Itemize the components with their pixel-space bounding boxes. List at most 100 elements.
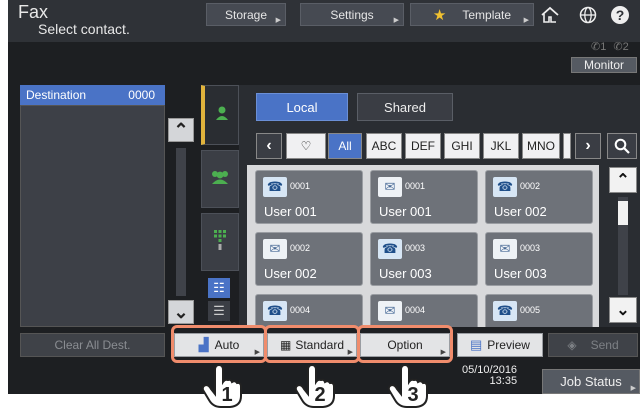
callout-3: 3 xyxy=(407,384,418,406)
job-status-button[interactable]: Job Status ▶ xyxy=(542,369,640,394)
destination-header: Destination 0000 xyxy=(20,85,165,105)
send-button[interactable]: ◈ Send xyxy=(548,333,638,357)
tab-shared[interactable]: Shared xyxy=(357,93,453,121)
top-bar: Fax Select contact. Storage ▶ Settings ▶… xyxy=(8,0,640,42)
contact-card[interactable]: ✉ 0003 User 003 xyxy=(485,232,593,286)
index-jkl[interactable]: JKL xyxy=(483,133,519,159)
contact-number: 0004 xyxy=(405,305,426,315)
keypad-icon xyxy=(213,229,227,256)
template-button[interactable]: ★ Template ▶ xyxy=(410,3,534,26)
hand-pointer-icon: 1 xyxy=(199,363,249,408)
menu-arrow-icon: ▶ xyxy=(275,17,281,24)
contact-card[interactable]: ☎ 0005 xyxy=(485,294,593,327)
clear-all-dest-button[interactable]: Clear All Dest. xyxy=(20,333,165,357)
contact-scroll-down[interactable]: ⌄ xyxy=(609,297,637,323)
email-icon: ✉ xyxy=(378,301,402,321)
instruction-text: Select contact. xyxy=(38,21,130,37)
preview-button[interactable]: ▤ Preview xyxy=(457,333,543,357)
contact-grid: ☎ 0001 User 001 ✉ 0001 User 001 ☎ 0002 User 002 ✉… xyxy=(247,165,599,327)
email-icon: ✉ xyxy=(263,239,287,259)
destination-list[interactable] xyxy=(20,105,165,327)
contact-number: 0005 xyxy=(520,305,541,315)
address-book-area: Local Shared ‹ ♡ All ABC DEF GHI JKL MNO… xyxy=(239,85,640,327)
scroll-thumb[interactable] xyxy=(618,201,628,225)
contact-card[interactable]: ☎ 0004 xyxy=(255,294,363,327)
index-abc[interactable]: ABC xyxy=(366,133,402,159)
contact-card[interactable]: ✉ 0002 User 002 xyxy=(255,232,363,286)
destination-count: 0000 xyxy=(128,88,155,102)
contact-name: User 003 xyxy=(379,266,432,281)
preview-icon: ▤ xyxy=(470,337,483,352)
settings-button[interactable]: Settings ▶ xyxy=(300,3,404,26)
tab-keypad[interactable] xyxy=(201,213,239,271)
contact-number: 0001 xyxy=(290,181,311,191)
index-def[interactable]: DEF xyxy=(405,133,441,159)
contact-card[interactable]: ☎ 0001 User 001 xyxy=(255,170,363,224)
contact-name: User 003 xyxy=(494,266,547,281)
menu-arrow-icon: ▶ xyxy=(393,17,399,24)
preview-label: Preview xyxy=(487,338,530,352)
contact-number: 0002 xyxy=(520,181,541,191)
hand-pointer-icon: 2 xyxy=(292,363,342,408)
index-all[interactable]: All xyxy=(328,133,362,159)
tab-group[interactable] xyxy=(201,150,239,208)
group-icon xyxy=(209,169,231,190)
storage-label: Storage xyxy=(224,7,268,22)
list-view-icon[interactable]: ☰ xyxy=(208,301,230,321)
svg-text:?: ? xyxy=(616,7,625,23)
time-text: 13:35 xyxy=(489,375,518,387)
fax-icon: ☎ xyxy=(493,177,517,197)
contact-name: User 001 xyxy=(379,204,432,219)
contact-name: User 001 xyxy=(264,204,317,219)
star-icon: ★ xyxy=(432,6,447,24)
send-label: Send xyxy=(590,338,619,352)
fax-icon: ☎ xyxy=(378,239,402,259)
search-icon[interactable] xyxy=(607,133,637,159)
app-title: Fax xyxy=(18,2,49,22)
monitor-button[interactable]: Monitor xyxy=(571,57,637,73)
fax-icon: ☎ xyxy=(263,301,287,321)
favorites-heart-icon[interactable]: ♡ xyxy=(286,133,326,159)
screen: Fax Select contact. Storage ▶ Settings ▶… xyxy=(0,0,640,408)
line-2-label: 2 xyxy=(622,41,629,53)
help-icon[interactable]: ? xyxy=(608,4,632,26)
job-status-label: Job Status xyxy=(560,374,622,389)
date-time: 05/10/2016 13:35 xyxy=(462,365,517,387)
contact-card[interactable]: ✉ 0001 User 001 xyxy=(370,170,478,224)
home-icon[interactable] xyxy=(538,4,562,26)
contact-number: 0003 xyxy=(405,243,426,253)
callout-2: 2 xyxy=(314,384,325,406)
destination-scrollbar[interactable] xyxy=(176,148,186,296)
storage-button[interactable]: Storage ▶ xyxy=(206,3,286,26)
menu-arrow-icon: ▶ xyxy=(630,385,636,392)
fax-icon: ☎ xyxy=(493,301,517,321)
index-more[interactable] xyxy=(563,133,571,159)
index-ghi[interactable]: GHI xyxy=(444,133,480,159)
email-icon: ✉ xyxy=(378,177,402,197)
contact-scroll-up[interactable]: ⌃ xyxy=(609,167,637,193)
globe-icon[interactable] xyxy=(576,4,600,26)
tab-person[interactable] xyxy=(201,85,239,145)
contact-card[interactable]: ☎ 0002 User 002 xyxy=(485,170,593,224)
highlight-option xyxy=(357,325,453,363)
index-prev-icon[interactable]: ‹ xyxy=(256,133,282,159)
index-mno[interactable]: MNO xyxy=(522,133,560,159)
destination-scroll-up[interactable]: ⌃ xyxy=(168,118,194,142)
tab-local[interactable]: Local xyxy=(256,93,348,121)
grid-view-icon[interactable]: ☷ xyxy=(208,278,230,298)
destination-scroll-down[interactable]: ⌄ xyxy=(168,300,194,324)
contact-name: User 002 xyxy=(264,266,317,281)
index-next-icon[interactable]: › xyxy=(575,133,601,159)
line-1-label: 1 xyxy=(600,41,607,53)
fax-panel: Fax Select contact. Storage ▶ Settings ▶… xyxy=(8,0,640,394)
contact-card[interactable]: ✉ 0004 xyxy=(370,294,478,327)
contact-number: 0004 xyxy=(290,305,311,315)
line-status: ✆1 ✆2 xyxy=(591,40,629,53)
fax-icon: ☎ xyxy=(263,177,287,197)
template-label: Template xyxy=(462,7,512,22)
contact-scrollbar[interactable] xyxy=(618,197,628,295)
email-icon: ✉ xyxy=(493,239,517,259)
destination-label: Destination xyxy=(26,88,87,102)
contact-name: User 002 xyxy=(494,204,547,219)
contact-card[interactable]: ☎ 0003 User 003 xyxy=(370,232,478,286)
